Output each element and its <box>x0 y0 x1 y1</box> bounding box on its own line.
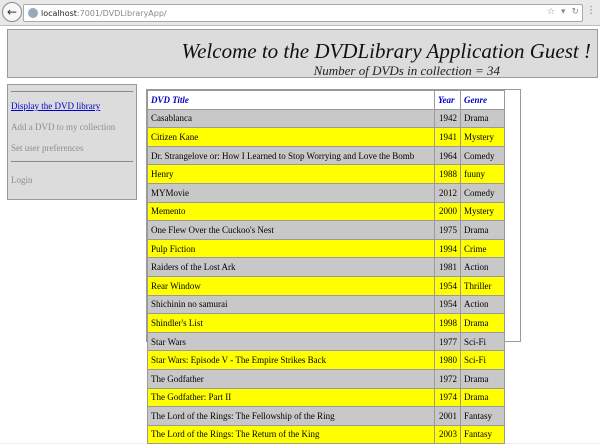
dvd-table: DVD Title Year Genre Casablanca 1942 Drama… <box>147 90 505 444</box>
cell-genre: Drama <box>460 387 505 408</box>
globe-icon <box>28 8 38 18</box>
cell-genre: Crime <box>460 238 505 259</box>
table-row: Memento 2000 Mystery <box>147 201 505 222</box>
cell-year: 1980 <box>434 350 461 370</box>
cell-genre: Drama <box>460 313 505 333</box>
table-header-row: DVD Title Year Genre <box>147 90 505 110</box>
cell-title: Star Wars: Episode V - The Empire Strike… <box>147 350 435 370</box>
scroll-indicator-icon: ⋮ <box>586 5 596 16</box>
divider <box>11 91 133 92</box>
cell-year: 2001 <box>434 406 461 426</box>
cell-genre: Sci-Fi <box>460 331 505 352</box>
cell-genre: Action <box>460 294 505 315</box>
cell-year: 2012 <box>434 182 461 203</box>
browser-toolbar: ← localhost:7001/DVDLibraryApp/ ☆ ▾ ↻ ⋮ <box>0 0 600 26</box>
table-row: Star Wars: Episode V - The Empire Strike… <box>147 350 505 370</box>
cell-title: One Flew Over the Cuckoo's Nest <box>147 220 435 240</box>
sidebar-item-add-dvd: Add a DVD to my collection <box>11 122 116 132</box>
cell-title: Citizen Kane <box>147 127 435 147</box>
dropdown-icon[interactable]: ▾ <box>561 7 566 17</box>
cell-title: Dr. Strangelove or: How I Learned to Sto… <box>147 145 435 166</box>
cell-title: Star Wars <box>147 331 435 352</box>
cell-genre: Fantasy <box>460 424 505 444</box>
cell-title: Raiders of the Lost Ark <box>147 257 435 277</box>
cell-title: The Lord of the Rings: The Fellowship of… <box>147 406 435 426</box>
table-row: Henry 1988 fuuny <box>147 164 505 184</box>
cell-genre: Drama <box>460 368 505 389</box>
sidebar-menu: Display the DVD library Add a DVD to my … <box>7 84 137 200</box>
back-arrow-icon: ← <box>6 5 18 19</box>
cell-genre: Comedy <box>460 145 505 166</box>
cell-genre: Mystery <box>460 127 505 147</box>
table-row: Shichinin no samurai 1954 Action <box>147 294 505 315</box>
table-row: Casablanca 1942 Drama <box>147 108 505 129</box>
cell-year: 2000 <box>434 201 461 222</box>
cell-year: 1975 <box>434 220 461 240</box>
reload-icon[interactable]: ↻ <box>571 7 579 17</box>
column-header-year: Year <box>434 90 461 110</box>
cell-title: Shichinin no samurai <box>147 294 435 315</box>
table-row: The Godfather 1972 Drama <box>147 368 505 389</box>
back-button[interactable]: ← <box>2 2 22 22</box>
divider <box>11 161 133 162</box>
table-row: Rear Window 1954 Thriller <box>147 275 505 296</box>
cell-year: 1954 <box>434 275 461 296</box>
table-row: The Godfather: Part II 1974 Drama <box>147 387 505 408</box>
column-header-title: DVD Title <box>147 90 435 110</box>
cell-title: Henry <box>147 164 435 184</box>
table-row: The Lord of the Rings: The Fellowship of… <box>147 406 505 426</box>
cell-year: 1981 <box>434 257 461 277</box>
page-header: Welcome to the DVDLibrary Application Gu… <box>7 29 598 78</box>
table-row: Dr. Strangelove or: How I Learned to Sto… <box>147 145 505 166</box>
cell-genre: Comedy <box>460 182 505 203</box>
column-header-genre: Genre <box>460 90 505 110</box>
cell-year: 1974 <box>434 387 461 408</box>
cell-genre: Thriller <box>460 275 505 296</box>
table-row: The Lord of the Rings: The Return of the… <box>147 424 505 444</box>
table-row: Pulp Fiction 1994 Crime <box>147 238 505 259</box>
table-row: Star Wars 1977 Sci-Fi <box>147 331 505 352</box>
cell-genre: Mystery <box>460 201 505 222</box>
url-path: :7001/DVDLibraryApp/ <box>76 8 167 18</box>
table-row: Raiders of the Lost Ark 1981 Action <box>147 257 505 277</box>
cell-title: Memento <box>147 201 435 222</box>
page-content: Welcome to the DVDLibrary Application Gu… <box>0 26 600 444</box>
table-row: Shindler's List 1998 Drama <box>147 313 505 333</box>
cell-year: 1941 <box>434 127 461 147</box>
cell-year: 1954 <box>434 294 461 315</box>
table-row: MYMovie 2012 Comedy <box>147 182 505 203</box>
cell-genre: Fantasy <box>460 406 505 426</box>
cell-year: 1998 <box>434 313 461 333</box>
dvd-count: Number of DVDs in collection = 34 <box>313 63 500 78</box>
cell-genre: fuuny <box>460 164 505 184</box>
url-host: localhost <box>41 8 77 18</box>
cell-title: The Lord of the Rings: The Return of the… <box>147 424 435 444</box>
table-row: One Flew Over the Cuckoo's Nest 1975 Drama <box>147 220 505 240</box>
cell-year: 1977 <box>434 331 461 352</box>
cell-title: The Godfather <box>147 368 435 389</box>
cell-title: MYMovie <box>147 182 435 203</box>
cell-genre: Sci-Fi <box>460 350 505 370</box>
cell-title: Pulp Fiction <box>147 238 435 259</box>
cell-year: 1964 <box>434 145 461 166</box>
page-title: Welcome to the DVDLibrary Application Gu… <box>181 39 591 63</box>
cell-title: Shindler's List <box>147 313 435 333</box>
cell-year: 1942 <box>434 108 461 129</box>
cell-year: 1972 <box>434 368 461 389</box>
cell-title: Casablanca <box>147 108 435 129</box>
sidebar-item-login: Login <box>11 175 33 185</box>
sidebar-item-display-library[interactable]: Display the DVD library <box>11 101 100 111</box>
cell-genre: Drama <box>460 108 505 129</box>
cell-title: Rear Window <box>147 275 435 296</box>
star-icon[interactable]: ☆ <box>547 7 555 17</box>
cell-year: 1988 <box>434 164 461 184</box>
sidebar-item-preferences: Set user preferences <box>11 143 84 153</box>
cell-year: 2003 <box>434 424 461 444</box>
cell-genre: Action <box>460 257 505 277</box>
cell-title: The Godfather: Part II <box>147 387 435 408</box>
cell-year: 1994 <box>434 238 461 259</box>
address-bar[interactable]: localhost:7001/DVDLibraryApp/ ☆ ▾ ↻ <box>23 4 583 22</box>
table-row: Citizen Kane 1941 Mystery <box>147 127 505 147</box>
cell-genre: Drama <box>460 220 505 240</box>
